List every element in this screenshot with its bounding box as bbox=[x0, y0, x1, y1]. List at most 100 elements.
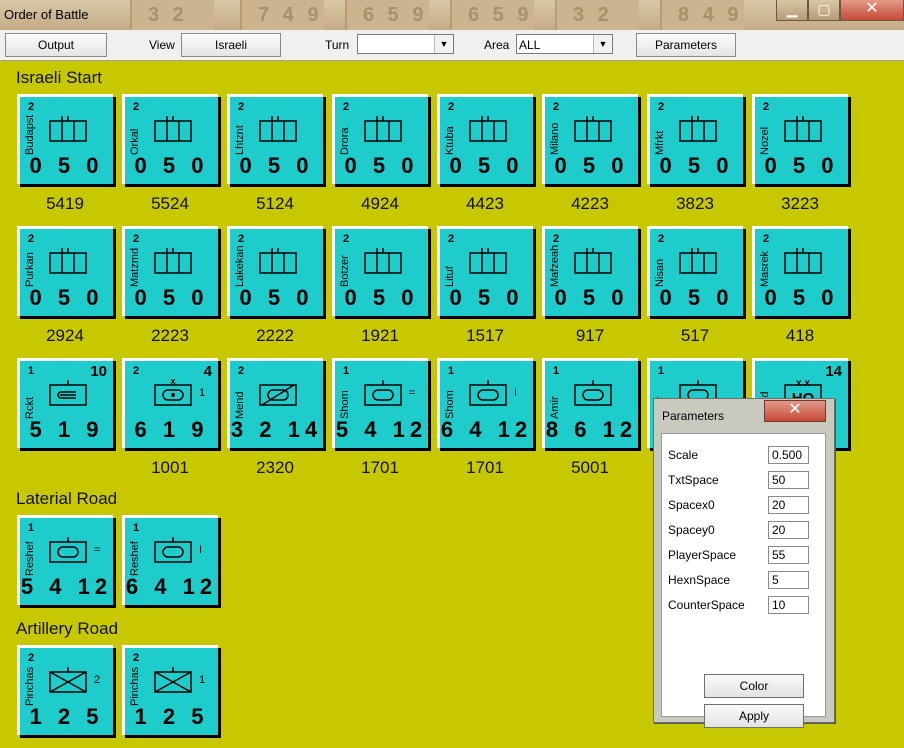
recon-echelon-mark: x bbox=[170, 379, 175, 386]
counter-unit-name: Mend bbox=[234, 391, 246, 419]
param-input[interactable]: 20 bbox=[768, 521, 809, 539]
unit-counter[interactable]: 2 Lhtznt 0 5 0 bbox=[227, 94, 323, 184]
counter-side-mark: = bbox=[409, 387, 416, 399]
unit-symbol-icon bbox=[468, 379, 508, 407]
counter-values: 0 5 0 bbox=[29, 285, 104, 310]
hex-location: 3823 bbox=[676, 194, 714, 213]
close-icon: ✕ bbox=[788, 401, 802, 418]
unit-symbol-icon bbox=[573, 115, 613, 143]
counter-values: 0 5 0 bbox=[764, 285, 839, 310]
hex-location: 2223 bbox=[151, 326, 189, 345]
counter-unit-name: Reshef bbox=[24, 541, 36, 576]
unit-counter[interactable]: 2 Nisan 0 5 0 bbox=[647, 226, 743, 316]
unit-counter[interactable]: 2 Budapst 0 5 0 bbox=[17, 94, 113, 184]
counter-unit-name: Orkal bbox=[129, 128, 141, 155]
counter-unit-name: Milano bbox=[549, 122, 561, 155]
unit-counter[interactable]: 2 Lituf 0 5 0 bbox=[437, 226, 533, 316]
unit-counter[interactable]: 1 Shom = 5 4 12 bbox=[332, 358, 428, 448]
unit-counter[interactable]: 2 Nozel 0 5 0 bbox=[752, 94, 848, 184]
area-select[interactable]: ALL ▼ bbox=[516, 34, 613, 54]
param-input[interactable]: 55 bbox=[768, 546, 809, 564]
unit-symbol-icon bbox=[363, 247, 403, 275]
unit-counter[interactable]: 2 Lakekan 0 5 0 bbox=[227, 226, 323, 316]
counter-values: 5 4 12 bbox=[335, 417, 428, 442]
counter-unit-name: Lakekan bbox=[234, 245, 246, 287]
param-input[interactable]: 20 bbox=[768, 496, 809, 514]
unit-counter[interactable]: 2 Botzer 0 5 0 bbox=[332, 226, 428, 316]
hex-location: 2320 bbox=[256, 458, 294, 477]
unit-counter[interactable]: 2 Orkal 0 5 0 bbox=[122, 94, 218, 184]
counter-corner-value: 14 bbox=[825, 363, 842, 380]
hex-location: 517 bbox=[680, 326, 710, 345]
hex-location: 1001 bbox=[151, 458, 189, 477]
area-label: Area bbox=[484, 38, 510, 52]
counter-values: 1 2 5 bbox=[29, 704, 104, 729]
window-title: Order of Battle bbox=[4, 7, 89, 22]
maximize-button[interactable]: ▢ bbox=[808, 0, 840, 21]
param-input[interactable]: 10 bbox=[768, 596, 809, 614]
unit-counter[interactable]: 2 Mfrkt 0 5 0 bbox=[647, 94, 743, 184]
counter-values: 0 5 0 bbox=[134, 153, 209, 178]
unit-symbol-icon: x bbox=[153, 376, 193, 407]
unit-counter[interactable]: 2 Ktuba 0 5 0 bbox=[437, 94, 533, 184]
param-input[interactable]: 50 bbox=[768, 471, 809, 489]
unit-symbol-icon bbox=[363, 379, 403, 407]
counter-values: 5 4 12 bbox=[20, 574, 113, 599]
counter-values: 3 2 14 bbox=[230, 417, 323, 442]
unit-counter[interactable]: 1 Shom I 6 4 12 bbox=[437, 358, 533, 448]
turn-label: Turn bbox=[325, 38, 350, 52]
unit-counter[interactable]: 2 Matzmd 0 5 0 bbox=[122, 226, 218, 316]
param-label: TxtSpace bbox=[668, 473, 719, 487]
unit-counter[interactable]: 1 Reshef I 6 4 12 bbox=[122, 515, 218, 605]
view-label: View bbox=[149, 38, 175, 52]
title-deco-text: 6 5 9 bbox=[468, 4, 533, 26]
minimize-button[interactable]: ▁ bbox=[776, 0, 808, 21]
chevron-down-icon: ▼ bbox=[434, 35, 453, 53]
counter-values: 0 5 0 bbox=[659, 285, 734, 310]
unit-symbol-icon bbox=[48, 379, 88, 407]
color-button[interactable]: Color bbox=[704, 674, 804, 698]
counter-side-mark: = bbox=[94, 544, 101, 556]
unit-symbol-icon bbox=[153, 247, 193, 275]
unit-counter[interactable]: 2 Pinchas 1 1 2 5 bbox=[122, 645, 218, 735]
counter-side-mark: 1 bbox=[199, 387, 206, 399]
param-input[interactable]: 5 bbox=[768, 571, 809, 589]
dialog-close-button[interactable]: ✕ bbox=[764, 400, 826, 422]
counter-unit-name: Shom bbox=[339, 390, 351, 419]
chevron-down-icon: ▼ bbox=[593, 35, 612, 53]
section-title-start: Israeli Start bbox=[16, 68, 102, 87]
counter-unit-name: Shom bbox=[444, 390, 456, 419]
counter-unit-name: Drora bbox=[339, 127, 351, 155]
param-row: HexnSpace 5 bbox=[668, 571, 818, 589]
output-button[interactable]: Output bbox=[5, 33, 107, 57]
unit-counter[interactable]: 2x416 1 9 bbox=[122, 358, 218, 448]
parameters-button[interactable]: Parameters bbox=[636, 33, 736, 57]
unit-counter[interactable]: 2 Mafzeah 0 5 0 bbox=[542, 226, 638, 316]
unit-symbol-icon bbox=[258, 115, 298, 143]
apply-button[interactable]: Apply bbox=[704, 704, 804, 728]
param-row: TxtSpace 50 bbox=[668, 471, 818, 489]
title-deco-text: 7 4 9 bbox=[258, 4, 323, 26]
param-label: CounterSpace bbox=[668, 598, 745, 612]
unit-symbol-icon bbox=[783, 247, 823, 275]
unit-counter[interactable]: 1 Reshef = 5 4 12 bbox=[17, 515, 113, 605]
close-button[interactable]: ✕ bbox=[840, 0, 904, 21]
param-label: Spacex0 bbox=[668, 498, 715, 512]
param-input[interactable]: 0.500 bbox=[768, 446, 809, 464]
dialog-body: Color Apply Scale 0.500 TxtSpace 50 Spacex0 2… bbox=[661, 433, 826, 728]
unit-counter[interactable]: 2 Purkan 0 5 0 bbox=[17, 226, 113, 316]
counter-unit-name: Mafzeah bbox=[549, 244, 561, 287]
title-deco-text: 6 5 9 bbox=[363, 4, 428, 26]
unit-counter[interactable]: 2 Mend 3 2 14 bbox=[227, 358, 323, 448]
unit-counter[interactable]: 1 Amir 8 6 12 bbox=[542, 358, 638, 448]
unit-counter[interactable]: 2 Drora 0 5 0 bbox=[332, 94, 428, 184]
unit-counter[interactable]: 2 Milano 0 5 0 bbox=[542, 94, 638, 184]
unit-counter[interactable]: 2 Masrek 0 5 0 bbox=[752, 226, 848, 316]
maximize-icon: ▢ bbox=[817, 1, 831, 17]
title-deco-counter: 6 5 9 bbox=[345, 0, 429, 30]
turn-select[interactable]: ▼ bbox=[357, 34, 454, 54]
unit-counter[interactable]: 1 Rckt 10 5 1 9 bbox=[17, 358, 113, 448]
view-button[interactable]: Israeli bbox=[181, 33, 281, 57]
counter-values: 0 5 0 bbox=[659, 153, 734, 178]
unit-counter[interactable]: 2 Pinchas 2 1 2 5 bbox=[17, 645, 113, 735]
